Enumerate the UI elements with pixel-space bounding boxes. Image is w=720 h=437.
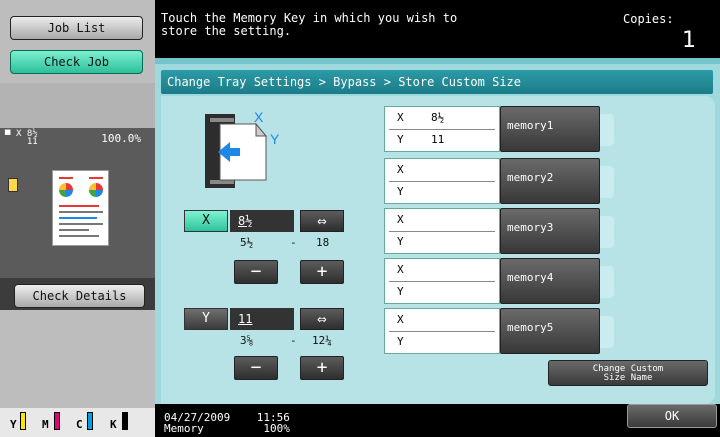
date-time-memory: 04/27/2009 11:56 Memory 100% — [164, 411, 290, 435]
y-range-dash: - — [290, 334, 297, 347]
x-plus-button[interactable]: + — [300, 260, 344, 284]
memory-values: X Y — [384, 208, 500, 254]
instruction-message: Touch the Memory Key in which you wish t… — [161, 11, 458, 38]
x-minus-button[interactable]: − — [234, 260, 278, 284]
left-bottom-area — [0, 310, 155, 408]
toner-magenta-bar — [54, 412, 60, 430]
memory-row: X Y memory2 — [384, 158, 614, 204]
paper-orientation-diagram: X Y — [205, 110, 280, 188]
toner-black-bar — [122, 412, 128, 430]
memory4-button[interactable]: memory4 — [500, 258, 600, 304]
y-swap-button[interactable]: ⇔ — [300, 308, 344, 330]
toner-cyan-bar — [87, 412, 93, 430]
memory-values: X Y — [384, 308, 500, 354]
job-list-button[interactable]: Job List — [10, 16, 143, 40]
paper-size-icon: ▀ — [5, 131, 11, 141]
copies-count: 1 — [682, 28, 696, 53]
status-bar: 04/27/2009 11:56 Memory 100% OK — [155, 404, 720, 437]
toner-yellow-bar — [20, 412, 26, 430]
memory1-button[interactable]: memory1 — [500, 106, 600, 152]
memory3-button[interactable]: memory3 — [500, 208, 600, 254]
x-axis-button[interactable]: X — [184, 210, 228, 232]
memory-row: X Y memory5 — [384, 308, 614, 354]
preview-zoom: 100.0% — [101, 132, 141, 145]
toner-levels: Y M C K — [0, 408, 155, 437]
memory-values: X Y — [384, 258, 500, 304]
y-max-label: 12¼ — [312, 334, 332, 347]
x-range-dash: - — [290, 236, 297, 249]
check-details-button[interactable]: Check Details — [14, 284, 145, 308]
y-minus-button[interactable]: − — [234, 356, 278, 380]
svg-text:X: X — [254, 110, 264, 125]
copies-label: Copies: — [623, 12, 674, 26]
x-swap-button[interactable]: ⇔ — [300, 210, 344, 232]
memory-values: X Y — [384, 158, 500, 204]
x-max-label: 18 — [316, 236, 330, 249]
svg-text:Y: Y — [270, 131, 280, 147]
x-value-display[interactable]: 8½ — [230, 210, 294, 232]
pie-graphic — [59, 183, 73, 197]
preview-size: X 8½ 11 — [16, 129, 38, 147]
breadcrumb: Change Tray Settings > Bypass > Store Cu… — [161, 70, 713, 94]
y-axis-button[interactable]: Y — [184, 308, 228, 330]
memory5-button[interactable]: memory5 — [500, 308, 600, 354]
copies-icon — [8, 178, 18, 192]
x-min-label: 5½ — [240, 236, 254, 249]
memory-row: X 8½ Y 11 memory1 — [384, 106, 614, 152]
memory-row: X Y memory4 — [384, 258, 614, 304]
check-job-button[interactable]: Check Job — [10, 50, 143, 74]
memory-values: X 8½ Y 11 — [384, 106, 500, 152]
left-mid-area — [0, 83, 155, 128]
ok-button[interactable]: OK — [627, 404, 717, 428]
change-custom-size-name-button[interactable]: Change Custom Size Name — [548, 360, 708, 386]
pie-graphic — [89, 183, 103, 197]
memory-row: X Y memory3 — [384, 208, 614, 254]
copier-screen: Job List Check Job ▀ X 8½ 11 100.0% Chec… — [0, 0, 720, 437]
y-plus-button[interactable]: + — [300, 356, 344, 380]
preview-page-thumbnail — [52, 170, 109, 246]
y-min-label: 3⅝ — [240, 334, 254, 347]
memory2-button[interactable]: memory2 — [500, 158, 600, 204]
y-value-display[interactable]: 11 — [230, 308, 294, 330]
preview-header: ▀ X 8½ 11 100.0% — [0, 128, 155, 148]
